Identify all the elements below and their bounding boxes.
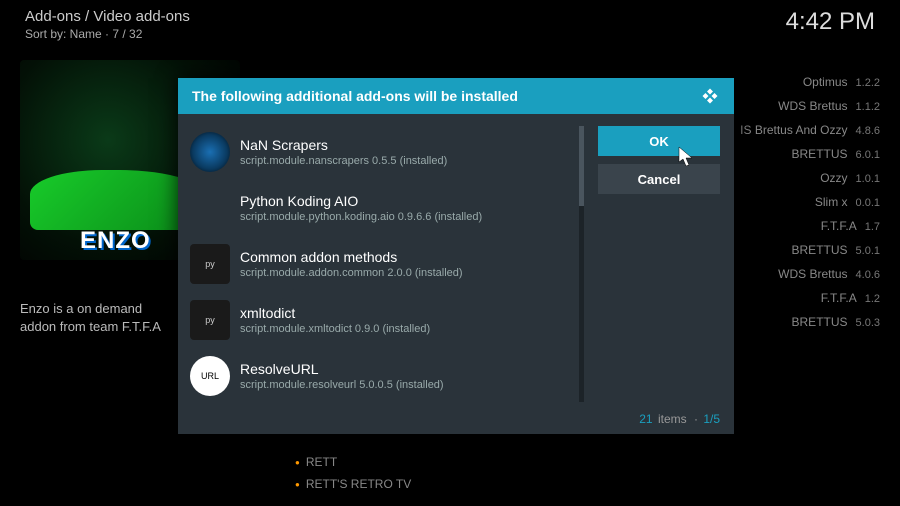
addon-list-item[interactable]: URL ResolveURL script.module.resolveurl 5.… — [182, 350, 584, 402]
addon-name: xmltodict — [240, 305, 576, 321]
addon-list-item[interactable]: py xmltodict script.module.xmltodict 0.9.0… — [182, 294, 584, 346]
cancel-button[interactable]: Cancel — [598, 164, 720, 194]
addon-name: Python Koding AIO — [240, 193, 576, 209]
install-dialog: The following additional add-ons will be… — [178, 78, 734, 434]
dialog-footer: 21 items · 1/5 — [178, 408, 734, 434]
sort-info: Sort by: Name · 7 / 32 — [25, 27, 190, 41]
addon-detail: script.module.python.koding.aio 0.9.6.6 … — [240, 211, 576, 223]
dialog-scrollbar[interactable] — [579, 126, 584, 402]
addon-icon — [190, 188, 230, 228]
addon-detail: script.module.addon.common 2.0.0 (instal… — [240, 267, 576, 279]
addon-list-item[interactable]: NaN Scrapers script.module.nanscrapers 0.… — [182, 126, 584, 178]
addon-icon: URL — [190, 356, 230, 396]
addon-icon — [190, 132, 230, 172]
list-item[interactable]: ●RETT'S RETRO TV — [295, 477, 411, 491]
addon-detail: script.module.resolveurl 5.0.0.5 (instal… — [240, 379, 576, 391]
python-icon: py — [190, 300, 230, 340]
list-item[interactable]: ●RETT — [295, 455, 411, 469]
addon-description: Enzo is a on demand addon from team F.T.… — [20, 300, 180, 336]
addon-name: Common addon methods — [240, 249, 576, 265]
dialog-title: The following additional add-ons will be… — [192, 88, 518, 104]
addon-name: NaN Scrapers — [240, 137, 576, 153]
addon-name: ResolveURL — [240, 361, 576, 377]
python-icon: py — [190, 244, 230, 284]
addon-list-item[interactable]: py Common addon methods script.module.addo… — [182, 238, 584, 290]
breadcrumb: Add-ons / Video add-ons — [25, 8, 190, 25]
ok-button[interactable]: OK — [598, 126, 720, 156]
addon-list-item[interactable]: Python Koding AIO script.module.python.ko… — [182, 182, 584, 234]
kodi-logo-icon — [700, 86, 720, 106]
addon-detail: script.module.xmltodict 0.9.0 (installed… — [240, 323, 576, 335]
addon-detail: script.module.nanscrapers 0.5.5 (install… — [240, 155, 576, 167]
clock: 4:42 PM — [786, 8, 875, 41]
